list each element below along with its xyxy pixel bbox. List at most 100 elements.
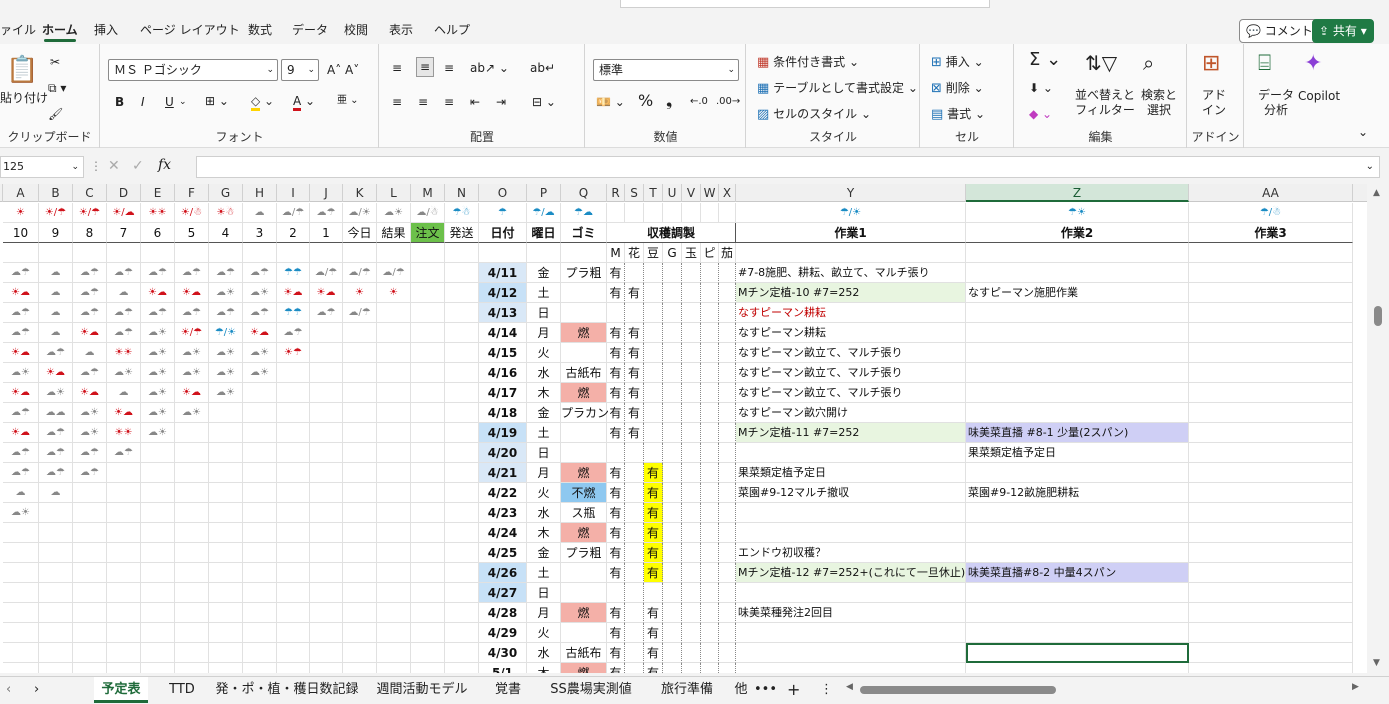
harvest-cell[interactable] — [625, 563, 644, 583]
forecast-cell[interactable] — [277, 543, 310, 563]
order-cell[interactable] — [411, 323, 445, 343]
harvest-cell[interactable] — [625, 583, 644, 603]
header-cell[interactable]: 作業3 — [1189, 223, 1353, 243]
task1-cell[interactable]: #7-8施肥、耕耘、畝立て、マルチ張り — [736, 263, 966, 283]
forecast-cell[interactable]: ☀☁ — [175, 283, 209, 303]
weekday-cell[interactable]: 火 — [527, 483, 561, 503]
weather-header-cell[interactable]: ☁☂ — [310, 203, 343, 223]
date-cell[interactable]: 4/16 — [479, 363, 527, 383]
forecast-cell[interactable] — [141, 503, 175, 523]
forecast-cell[interactable]: ☁☀ — [141, 383, 175, 403]
harvest-cell[interactable] — [701, 583, 719, 603]
sheet-tab[interactable]: 週間活動モデル — [368, 677, 476, 703]
header-cell[interactable]: 5 — [175, 223, 209, 243]
forecast-cell[interactable] — [310, 603, 343, 623]
order-cell[interactable] — [411, 343, 445, 363]
harvest-cell[interactable] — [682, 563, 701, 583]
task1-cell[interactable]: エンドウ初収穫？ — [736, 543, 966, 563]
harvest-cell[interactable]: 有 — [625, 383, 644, 403]
task2-cell[interactable] — [966, 543, 1189, 563]
forecast-cell[interactable] — [141, 663, 175, 673]
paste-button[interactable]: 貼り付け — [0, 90, 48, 106]
forecast-cell[interactable] — [107, 643, 141, 663]
forecast-cell[interactable]: ☁☂ — [3, 323, 39, 343]
forecast-cell[interactable] — [107, 663, 141, 673]
task1-cell[interactable]: Mチン定植-11 #7=252 — [736, 423, 966, 443]
scroll-down-icon[interactable]: ▼ — [1373, 658, 1380, 668]
forecast-cell[interactable] — [310, 583, 343, 603]
forecast-cell[interactable]: ☁☂ — [73, 263, 107, 283]
harvest-cell[interactable] — [719, 483, 736, 503]
forecast-cell[interactable]: ☁☂ — [73, 443, 107, 463]
harvest-cell[interactable] — [719, 423, 736, 443]
forecast-cell[interactable] — [277, 403, 310, 423]
forecast-cell[interactable] — [209, 663, 243, 673]
forecast-cell[interactable]: ☁☂ — [209, 263, 243, 283]
harvest-cell[interactable] — [701, 563, 719, 583]
harvest-cell[interactable] — [701, 283, 719, 303]
ship-cell[interactable] — [445, 423, 479, 443]
harvest-cell[interactable] — [644, 303, 663, 323]
ship-cell[interactable] — [445, 343, 479, 363]
header-cell[interactable]: 日付 — [479, 223, 527, 243]
forecast-cell[interactable]: ☀/☂ — [175, 323, 209, 343]
forecast-cell[interactable] — [277, 483, 310, 503]
column-header[interactable]: AA — [1189, 184, 1353, 202]
garbage-cell[interactable] — [561, 443, 607, 463]
forecast-cell[interactable]: ☁☂ — [3, 443, 39, 463]
task2-cell[interactable] — [966, 303, 1189, 323]
harvest-cell[interactable]: 有 — [644, 663, 663, 673]
header-cell[interactable]: 注文 — [411, 223, 445, 243]
forecast-cell[interactable] — [310, 443, 343, 463]
align-bottom-icon[interactable]: ≡ — [444, 60, 454, 76]
date-cell[interactable]: 4/12 — [479, 283, 527, 303]
harvest-cell[interactable] — [625, 463, 644, 483]
forecast-cell[interactable]: ☁/☂ — [377, 263, 411, 283]
harvest-cell[interactable] — [625, 503, 644, 523]
forecast-cell[interactable]: ☁☁ — [39, 403, 73, 423]
menu-tab[interactable]: ヘルプ — [434, 18, 470, 42]
forecast-cell[interactable] — [107, 623, 141, 643]
task2-cell[interactable] — [966, 363, 1189, 383]
forecast-cell[interactable] — [243, 603, 277, 623]
harvest-cell[interactable] — [663, 583, 682, 603]
order-cell[interactable] — [411, 483, 445, 503]
harvest-cell[interactable] — [682, 483, 701, 503]
wrap-text-icon[interactable]: ab↵ — [530, 60, 555, 76]
forecast-cell[interactable] — [3, 643, 39, 663]
empty-cell[interactable] — [479, 243, 527, 263]
forecast-cell[interactable] — [39, 503, 73, 523]
harvest-cell[interactable]: 有 — [625, 363, 644, 383]
decrease-indent-icon[interactable]: ⇤ — [470, 94, 480, 110]
weather-header-cell[interactable]: ☂/☁ — [527, 203, 561, 223]
empty-cell[interactable] — [343, 243, 377, 263]
forecast-cell[interactable] — [73, 583, 107, 603]
tab-scroll-left-icon[interactable]: ‹ — [6, 677, 11, 703]
forecast-cell[interactable] — [277, 623, 310, 643]
weather-header-cell[interactable]: ☁/☃ — [411, 203, 445, 223]
weather-header-cell[interactable]: ☂ — [479, 203, 527, 223]
garbage-cell[interactable]: 燃 — [561, 323, 607, 343]
forecast-cell[interactable]: ☀☁ — [141, 283, 175, 303]
task1-cell[interactable] — [736, 443, 966, 463]
weekday-cell[interactable]: 月 — [527, 323, 561, 343]
harvest-cell[interactable] — [701, 603, 719, 623]
underline-button[interactable]: U — [165, 94, 174, 110]
column-header[interactable]: K — [343, 184, 377, 202]
forecast-cell[interactable]: ☀☁ — [107, 403, 141, 423]
harvest-cell[interactable]: 有 — [625, 423, 644, 443]
column-header[interactable]: E — [141, 184, 175, 202]
forecast-cell[interactable]: ☁☂ — [243, 263, 277, 283]
task1-cell[interactable] — [736, 663, 966, 673]
garbage-cell[interactable] — [561, 303, 607, 323]
harvest-cell[interactable]: 有 — [644, 643, 663, 663]
weather-header-cell[interactable]: ☀/☃ — [175, 203, 209, 223]
harvest-cell[interactable] — [719, 303, 736, 323]
formula-input[interactable]: ⌄ — [196, 156, 1380, 178]
forecast-cell[interactable] — [73, 623, 107, 643]
copy-icon[interactable]: ⧉ ▾ — [48, 80, 66, 96]
forecast-cell[interactable] — [343, 443, 377, 463]
forecast-cell[interactable] — [377, 623, 411, 643]
empty-cell[interactable] — [736, 243, 966, 263]
cell[interactable] — [663, 203, 682, 223]
